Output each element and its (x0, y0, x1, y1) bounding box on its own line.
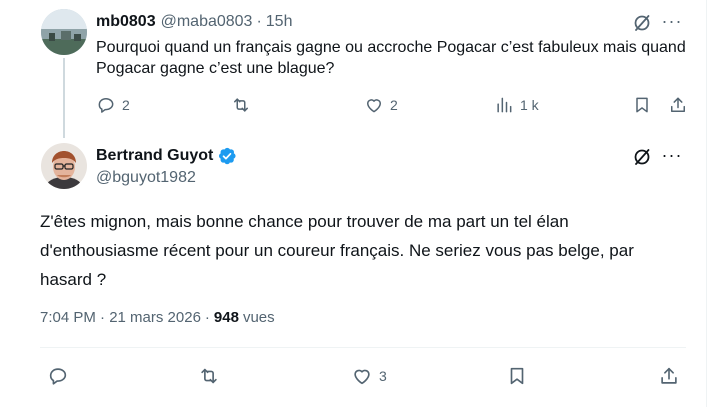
reply-count: 2 (122, 97, 130, 113)
retweet-icon (201, 368, 217, 384)
share-icon (671, 97, 685, 112)
timeline-border (706, 0, 707, 407)
more-icon[interactable]: ··· (662, 145, 682, 165)
reply-icon (49, 368, 67, 385)
views-count: 948 (213, 309, 239, 326)
separator-dot: · (204, 309, 210, 326)
user-handle[interactable]: @maba0803 (161, 13, 253, 31)
views-label: vues (242, 309, 275, 326)
like-button[interactable]: 2 (364, 95, 494, 115)
share-button[interactable] (658, 365, 680, 387)
reply-tweet[interactable]: mb0803 @maba0803 · 15h ··· Pourquoi quan… (0, 0, 706, 140)
user-handle[interactable]: @bguyot1982 (96, 169, 196, 187)
more-icon[interactable]: ··· (662, 11, 682, 31)
tweet-actions: 3 (47, 365, 680, 387)
views-icon (497, 97, 512, 113)
author-name-line: Bertrand Guyot (96, 146, 237, 166)
tweet-timestamp[interactable]: 7:04 PM · 21 mars 2026 (40, 309, 201, 326)
divider (40, 347, 686, 348)
views-count: 1 k (520, 97, 539, 113)
display-name[interactable]: mb0803 (96, 13, 156, 31)
reply-button[interactable]: 2 (96, 95, 231, 115)
tweet-time[interactable]: 15h (266, 13, 293, 31)
display-name[interactable]: Bertrand Guyot (96, 147, 213, 165)
reply-icon (98, 98, 114, 113)
like-icon (354, 369, 370, 385)
reply-actions: 2 2 1 k (96, 95, 688, 115)
grok-icon[interactable] (632, 147, 652, 167)
grok-icon[interactable] (632, 13, 652, 33)
retweet-icon (234, 98, 248, 112)
tweet-text: Z'êtes mignon, mais bonne chance pour tr… (40, 212, 634, 289)
like-count: 3 (379, 368, 387, 384)
like-count: 2 (390, 97, 398, 113)
avatar[interactable] (41, 9, 87, 55)
like-button[interactable]: 3 (351, 365, 506, 387)
bookmark-button[interactable] (632, 95, 668, 115)
avatar[interactable] (41, 143, 87, 189)
separator-dot: · (256, 13, 262, 30)
reply-button[interactable] (47, 365, 198, 387)
bookmark-button[interactable] (506, 365, 658, 387)
like-icon (367, 99, 381, 113)
views-button[interactable]: 1 k (494, 95, 632, 115)
share-button[interactable] (668, 95, 688, 115)
verified-badge-icon (219, 147, 236, 165)
bookmark-icon (636, 97, 648, 113)
share-icon (661, 367, 677, 384)
bookmark-icon (510, 367, 524, 385)
retweet-button[interactable] (198, 365, 351, 387)
retweet-button[interactable] (231, 95, 364, 115)
thread-connector (63, 58, 65, 138)
reply-header: mb0803 @maba0803 · 15h (96, 12, 292, 32)
tweet-meta: 7:04 PM · 21 mars 2026 · 948 vues (40, 309, 275, 326)
tweet-text: Pourquoi quand un français gagne ou accr… (96, 39, 686, 77)
